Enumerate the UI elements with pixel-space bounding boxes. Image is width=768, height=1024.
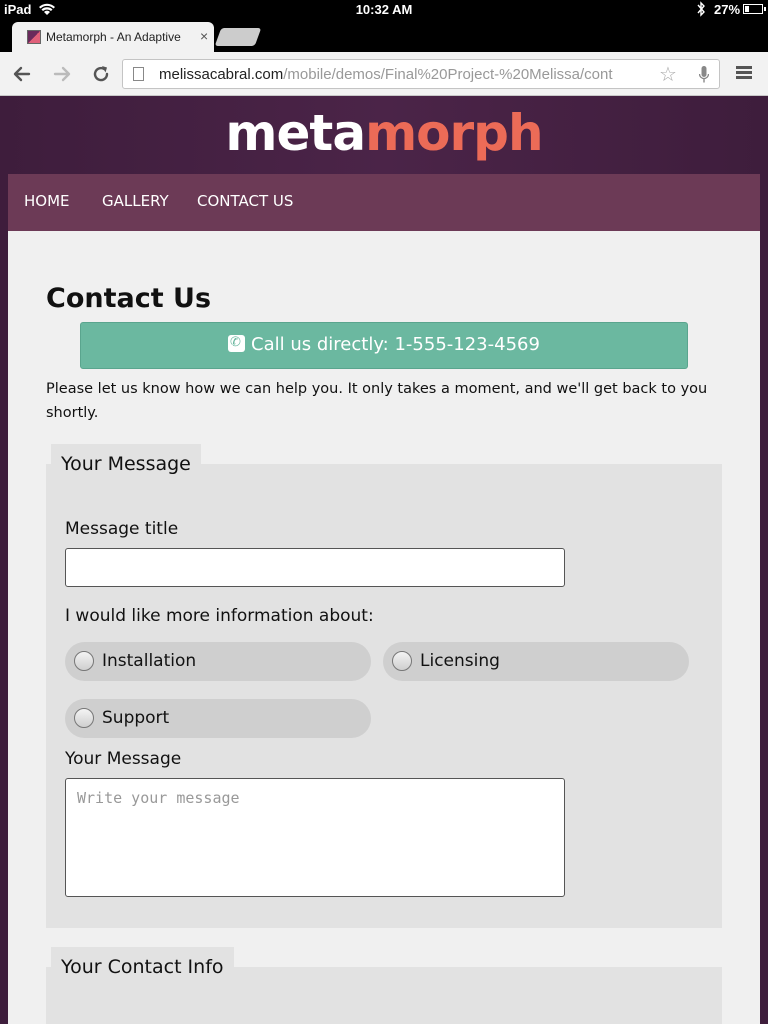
main-nav: HOME GALLERY CONTACT US bbox=[8, 174, 760, 231]
url-path: /mobile/demos/Final%20Project-%20Melissa… bbox=[283, 66, 613, 83]
contact-info-fieldset: Your Contact Info bbox=[46, 947, 722, 1024]
logo-part-1: meta bbox=[225, 104, 366, 162]
radio-circle-icon[interactable] bbox=[74, 651, 94, 671]
page-icon bbox=[133, 67, 144, 81]
mic-icon[interactable] bbox=[699, 66, 709, 84]
nav-home[interactable]: HOME bbox=[24, 192, 70, 210]
menu-icon[interactable] bbox=[736, 66, 752, 80]
message-fieldset: Your Message Message title I would like … bbox=[46, 444, 722, 928]
message-body-textarea[interactable] bbox=[65, 778, 565, 897]
url-text[interactable]: melissacabral.com/mobile/demos/Final%20P… bbox=[159, 66, 645, 83]
battery-icon bbox=[743, 4, 766, 14]
call-button[interactable]: Call us directly: 1-555-123-4569 bbox=[80, 321, 688, 369]
message-title-input[interactable] bbox=[65, 548, 565, 587]
radio-installation[interactable]: Installation bbox=[65, 642, 371, 681]
web-page: metamorph HOME GALLERY CONTACT US Contac… bbox=[0, 96, 768, 1024]
status-bar: iPad 10:32 AM 27% bbox=[0, 0, 768, 20]
page-title: Contact Us bbox=[46, 283, 212, 314]
close-tab-icon[interactable]: × bbox=[200, 28, 208, 44]
radio-label: Support bbox=[102, 708, 170, 728]
back-icon[interactable] bbox=[9, 61, 35, 87]
tab-strip: Metamorph - An Adaptive × bbox=[0, 20, 768, 52]
bluetooth-icon bbox=[697, 1, 705, 17]
favicon bbox=[27, 30, 41, 44]
contact-info-legend: Your Contact Info bbox=[51, 947, 234, 988]
tab-title: Metamorph - An Adaptive bbox=[46, 30, 181, 44]
nav-gallery[interactable]: GALLERY bbox=[102, 192, 169, 210]
clock: 10:32 AM bbox=[355, 2, 413, 17]
browser-toolbar: melissacabral.com/mobile/demos/Final%20P… bbox=[0, 52, 768, 96]
message-title-label: Message title bbox=[65, 519, 179, 539]
reload-icon[interactable] bbox=[88, 61, 114, 87]
browser-tab-active[interactable]: Metamorph - An Adaptive × bbox=[12, 22, 214, 52]
new-tab-button[interactable] bbox=[214, 28, 262, 46]
intro-text: Please let us know how we can help you. … bbox=[46, 381, 708, 421]
site-logo[interactable]: metamorph bbox=[0, 104, 768, 162]
radio-label: Licensing bbox=[420, 651, 500, 671]
info-label: I would like more information about: bbox=[65, 606, 374, 626]
radio-licensing[interactable]: Licensing bbox=[383, 642, 689, 681]
forward-icon[interactable] bbox=[49, 61, 75, 87]
content-area: Contact Us Call us directly: 1-555-123-4… bbox=[8, 231, 760, 1024]
nav-contact-us[interactable]: CONTACT US bbox=[197, 192, 293, 210]
url-host: melissacabral.com bbox=[159, 66, 284, 83]
battery-level bbox=[745, 6, 749, 12]
battery-percent: 27% bbox=[714, 2, 741, 17]
star-icon[interactable]: ☆ bbox=[659, 62, 677, 86]
call-button-label: Call us directly: 1-555-123-4569 bbox=[251, 334, 540, 355]
message-body-label: Your Message bbox=[65, 749, 182, 769]
radio-circle-icon[interactable] bbox=[74, 708, 94, 728]
address-bar[interactable]: melissacabral.com/mobile/demos/Final%20P… bbox=[122, 59, 720, 89]
phone-icon bbox=[228, 321, 246, 365]
logo-part-2: morph bbox=[365, 104, 543, 162]
radio-label: Installation bbox=[102, 651, 197, 671]
radio-circle-icon[interactable] bbox=[392, 651, 412, 671]
radio-support[interactable]: Support bbox=[65, 699, 371, 738]
message-legend: Your Message bbox=[51, 444, 201, 485]
